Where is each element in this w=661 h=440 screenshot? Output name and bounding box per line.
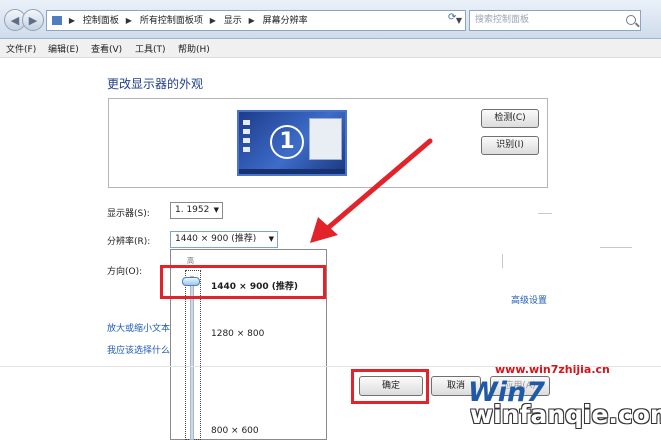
menu-view[interactable]: 查看(V) bbox=[91, 42, 122, 55]
chevron-down-icon[interactable]: ▼ bbox=[456, 11, 462, 30]
search-icon[interactable] bbox=[626, 15, 636, 25]
red-arrow-icon bbox=[310, 138, 433, 243]
divider bbox=[502, 254, 503, 268]
orientation-label: 方向(O): bbox=[107, 267, 143, 277]
text-size-link[interactable]: 放大或缩小文本 bbox=[107, 321, 170, 334]
address-bar-area: ◀ ▶ ▶ 控制面板 ▶ 所有控制面板项 ▶ 显示 ▶ 屏幕分辨率 ▼ ⟳ 搜索… bbox=[0, 0, 661, 39]
highlight-box bbox=[160, 265, 326, 299]
breadcrumb-separator-icon[interactable]: ▶ bbox=[249, 11, 255, 30]
breadcrumb-separator-icon[interactable]: ▶ bbox=[210, 11, 216, 30]
desktop-icon bbox=[243, 138, 250, 143]
resolution-option[interactable]: 800 × 600 bbox=[211, 426, 259, 436]
watermark-text: winfanqie.com bbox=[470, 400, 661, 429]
chevron-down-icon[interactable]: ▼ bbox=[214, 203, 219, 218]
breadcrumb-item[interactable]: 屏幕分辨率 bbox=[263, 12, 308, 30]
desktop-icon bbox=[243, 120, 250, 125]
monitor-number: 1 bbox=[270, 125, 304, 159]
highlight-box bbox=[351, 369, 429, 404]
display-select[interactable]: 1. 1952 ▼ bbox=[170, 202, 223, 219]
breadcrumb-item[interactable]: 显示 bbox=[224, 12, 242, 30]
menu-help[interactable]: 帮助(H) bbox=[178, 42, 210, 55]
display-value: 1. 1952 bbox=[175, 205, 210, 215]
address-bar[interactable]: ▶ 控制面板 ▶ 所有控制面板项 ▶ 显示 ▶ 屏幕分辨率 ▼ bbox=[46, 10, 466, 31]
help-choose-link[interactable]: 我应该选择什么 bbox=[107, 343, 170, 356]
resolution-slider-track[interactable] bbox=[190, 276, 194, 440]
divider bbox=[600, 247, 632, 248]
breadcrumb-separator-icon[interactable]: ▶ bbox=[126, 11, 132, 30]
display-label: 显示器(S): bbox=[107, 209, 150, 219]
control-panel-icon bbox=[52, 16, 62, 25]
refresh-icon[interactable]: ⟳ bbox=[448, 12, 456, 23]
desktop-icon bbox=[243, 147, 250, 152]
menu-edit[interactable]: 编辑(E) bbox=[48, 42, 79, 55]
menu-bar: 文件(F) 编辑(E) 查看(V) 工具(T) 帮助(H) bbox=[0, 39, 661, 58]
search-input[interactable]: 搜索控制面板 bbox=[469, 10, 641, 31]
menu-tools[interactable]: 工具(T) bbox=[135, 42, 166, 55]
breadcrumb-separator-icon[interactable]: ▶ bbox=[69, 11, 75, 30]
forward-button[interactable]: ▶ bbox=[22, 9, 44, 31]
resolution-option[interactable]: 1280 × 800 bbox=[211, 329, 264, 339]
page-title: 更改显示器的外观 bbox=[107, 77, 204, 91]
breadcrumb-item[interactable]: 控制面板 bbox=[83, 12, 119, 30]
detect-button[interactable]: 检测(C) bbox=[481, 109, 539, 128]
chevron-down-icon[interactable]: ▼ bbox=[269, 232, 274, 247]
search-placeholder: 搜索控制面板 bbox=[475, 15, 530, 25]
desktop-icon bbox=[243, 129, 250, 134]
advanced-settings-link[interactable]: 高级设置 bbox=[511, 293, 547, 306]
resolution-label: 分辨率(R): bbox=[107, 237, 151, 247]
breadcrumb-item[interactable]: 所有控制面板项 bbox=[140, 12, 203, 30]
watermark-url: www.win7zhijia.cn bbox=[495, 363, 610, 376]
divider bbox=[538, 213, 552, 214]
menu-file[interactable]: 文件(F) bbox=[6, 42, 36, 55]
resolution-select[interactable]: 1440 × 900 (推荐) ▼ bbox=[170, 231, 278, 248]
resolution-value: 1440 × 900 (推荐) bbox=[175, 234, 257, 244]
identify-button[interactable]: 识别(I) bbox=[481, 136, 539, 155]
